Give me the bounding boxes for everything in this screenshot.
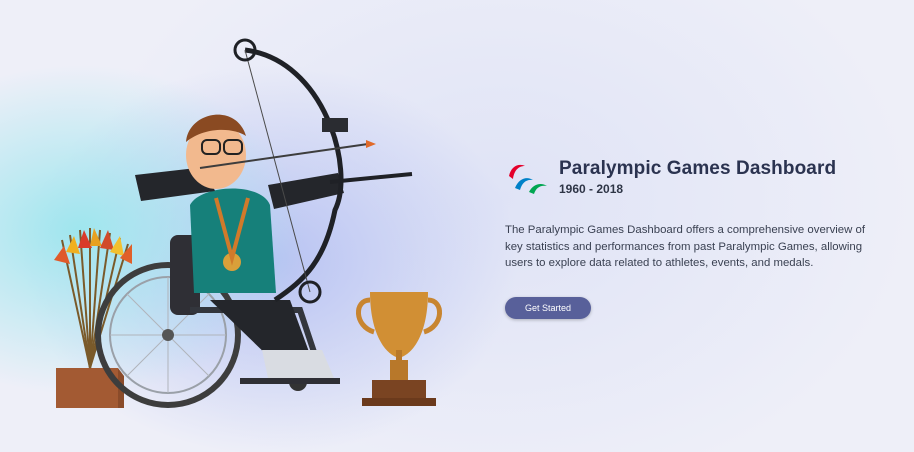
paralympic-agitos-icon xyxy=(509,164,547,194)
trophy-icon xyxy=(356,292,442,406)
hero-info-panel: Paralympic Games Dashboard 1960 - 2018 T… xyxy=(505,158,885,319)
page-title: Paralympic Games Dashboard xyxy=(559,158,837,179)
title-row: Paralympic Games Dashboard 1960 - 2018 xyxy=(505,158,885,196)
wheelchair-archer-illustration xyxy=(54,38,442,408)
arrow-quiver-box xyxy=(54,228,132,408)
title-block: Paralympic Games Dashboard 1960 - 2018 xyxy=(559,158,836,196)
year-range: 1960 - 2018 xyxy=(559,182,624,196)
hero-description: The Paralympic Games Dashboard offers a … xyxy=(505,224,866,269)
get-started-button[interactable]: Get Started xyxy=(505,296,591,319)
